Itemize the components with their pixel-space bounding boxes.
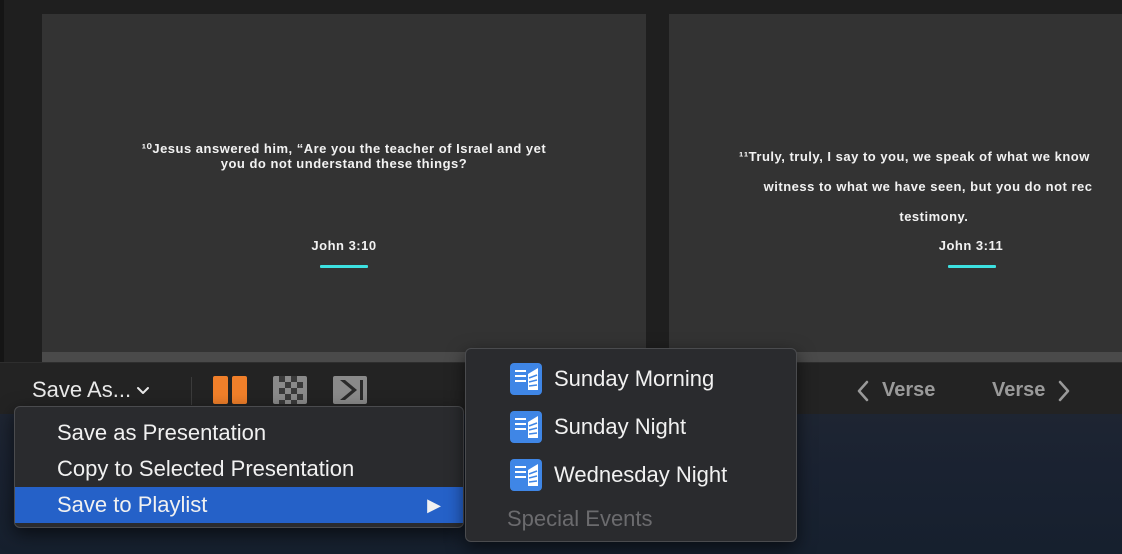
- previous-verse-label: Verse: [882, 379, 936, 401]
- reference-underline: [948, 265, 996, 268]
- playlist-item-special-events: Special Events: [507, 501, 653, 537]
- playlist-item-sunday-night[interactable]: Sunday Night: [510, 409, 686, 445]
- checkerboard-icon[interactable]: [272, 375, 308, 405]
- slide-text-line: witness to what we have seen, but you do…: [739, 179, 1093, 194]
- reference-underline: [320, 265, 368, 268]
- submenu-arrow-icon: ▶: [427, 495, 441, 515]
- toolbar-divider: [191, 377, 192, 405]
- chevron-down-icon: [137, 387, 150, 394]
- playlist-icon: [510, 459, 542, 491]
- playlist-item-sunday-morning[interactable]: Sunday Morning: [510, 361, 714, 397]
- playlist-icon: [510, 411, 542, 443]
- slide-text: ¹¹Truly, truly, I say to you, we speak o…: [729, 134, 1122, 239]
- save-as-button[interactable]: Save As...: [32, 377, 151, 403]
- save-as-label: Save As...: [32, 377, 132, 402]
- playlist-item-label: Sunday Night: [554, 414, 687, 439]
- next-verse-button[interactable]: Verse: [992, 379, 1071, 402]
- go-live-icon[interactable]: [332, 375, 368, 405]
- next-verse-label: Verse: [992, 379, 1046, 401]
- menu-item-label: Save as Presentation: [57, 420, 267, 445]
- slide-reference: John 3:11: [938, 238, 1004, 253]
- menu-item-save-as-presentation[interactable]: Save as Presentation: [15, 415, 463, 451]
- save-as-menu: Save as Presentation Copy to Selected Pr…: [14, 406, 464, 528]
- playlist-item-wednesday-night[interactable]: Wednesday Night: [510, 457, 727, 493]
- slide-text-line: testimony.: [739, 209, 969, 224]
- slide-text: ¹⁰Jesus answered him, “Are you the teach…: [141, 141, 547, 171]
- menu-item-save-to-playlist[interactable]: Save to Playlist ▶: [15, 487, 463, 523]
- chevron-right-icon: [1059, 380, 1070, 401]
- menu-item-copy-to-selected-presentation[interactable]: Copy to Selected Presentation: [15, 451, 463, 487]
- chevron-left-icon: [857, 380, 869, 401]
- previous-verse-button[interactable]: Verse: [856, 379, 935, 402]
- playlist-icon: [510, 363, 542, 395]
- playlist-item-label: Special Events: [507, 506, 653, 531]
- slide-thumbnail[interactable]: ¹¹Truly, truly, I say to you, we speak o…: [669, 14, 1122, 362]
- menu-item-label: Save to Playlist: [57, 492, 208, 517]
- playlist-item-label: Sunday Morning: [554, 366, 715, 391]
- playlist-item-label: Wednesday Night: [554, 462, 728, 487]
- playlist-submenu: Sunday Morning Sunday Night Wednesday Ni…: [465, 348, 797, 542]
- slide-reference: John 3:10: [311, 238, 377, 253]
- slide-text-line: ¹¹Truly, truly, I say to you, we speak o…: [739, 149, 1090, 164]
- columns-icon[interactable]: [212, 375, 248, 405]
- slide-grid: ¹⁰Jesus answered him, “Are you the teach…: [0, 0, 1122, 365]
- left-edge: [0, 0, 4, 365]
- menu-item-label: Copy to Selected Presentation: [57, 456, 355, 481]
- app-window: ¹⁰Jesus answered him, “Are you the teach…: [0, 0, 1122, 554]
- slide-thumbnail[interactable]: ¹⁰Jesus answered him, “Are you the teach…: [42, 14, 646, 362]
